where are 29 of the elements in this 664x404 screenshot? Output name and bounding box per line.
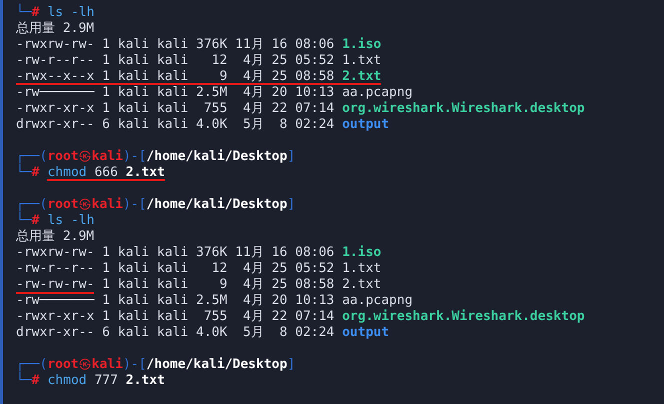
prompt-corner: └─ (16, 373, 32, 389)
prompt-hash: # (32, 5, 40, 21)
file-listing: drwxr-xr-- 6 kali kali 4.0K 5月 8 02:24 output (16, 117, 390, 133)
prompt-hash: # (32, 213, 40, 229)
file-listing: -rw-r--r-- 1 kali kali 12 4月 25 05:52 1.txt (16, 53, 382, 69)
shell-prompt: ┌──(root㉿kali)-[/home/kali/Desktop] (16, 197, 296, 212)
command-text: chmod 666 2.txt (47, 165, 165, 181)
shell-prompt: ┌──(root㉿kali)-[/home/kali/Desktop] (16, 357, 296, 372)
prompt-hash: # (32, 165, 40, 181)
command-text: ls -lh (47, 5, 94, 21)
file-listing: -rw─────── 1 kali kali 2.5M 4月 20 10:13 aa.pcapng (16, 293, 413, 309)
file-listing: -rwxr-xr-x 1 kali kali 755 4月 22 07:14 org.wireshark.Wireshark.desktop (16, 101, 585, 117)
command-text: ls -lh (47, 213, 94, 229)
file-listing: -rw-rw-rw- 1 kali kali 9 4月 25 08:58 2.txt (16, 277, 382, 293)
file-listing: -rw-r--r-- 1 kali kali 12 4月 25 05:52 1.txt (16, 261, 382, 277)
prompt-corner: └─ (16, 213, 32, 229)
file-listing: -rw─────── 1 kali kali 2.5M 4月 20 10:13 aa.pcapng (16, 85, 413, 101)
prompt-corner: └─ (16, 5, 32, 21)
file-listing: -rwxr-xr-x 1 kali kali 755 4月 22 07:14 org.wireshark.Wireshark.desktop (16, 309, 585, 325)
output-text: 总用量 2.9M (16, 21, 94, 37)
file-listing: drwxr-xr-- 6 kali kali 4.0K 5月 8 02:24 output (16, 325, 390, 341)
output-text: 总用量 2.9M (16, 229, 94, 245)
prompt-hash: # (32, 373, 40, 389)
file-listing: -rwxrw-rw- 1 kali kali 376K 11月 16 08:06 1.iso (16, 37, 382, 53)
file-listing: -rwxrw-rw- 1 kali kali 376K 11月 16 08:06 1.iso (16, 245, 382, 261)
shell-prompt: ┌──(root㉿kali)-[/home/kali/Desktop] (16, 149, 296, 164)
file-listing: -rwx--x--x 1 kali kali 9 4月 25 08:58 2.txt (16, 69, 382, 85)
command-text: chmod 777 2.txt (47, 373, 165, 389)
prompt-corner: └─ (16, 165, 32, 181)
